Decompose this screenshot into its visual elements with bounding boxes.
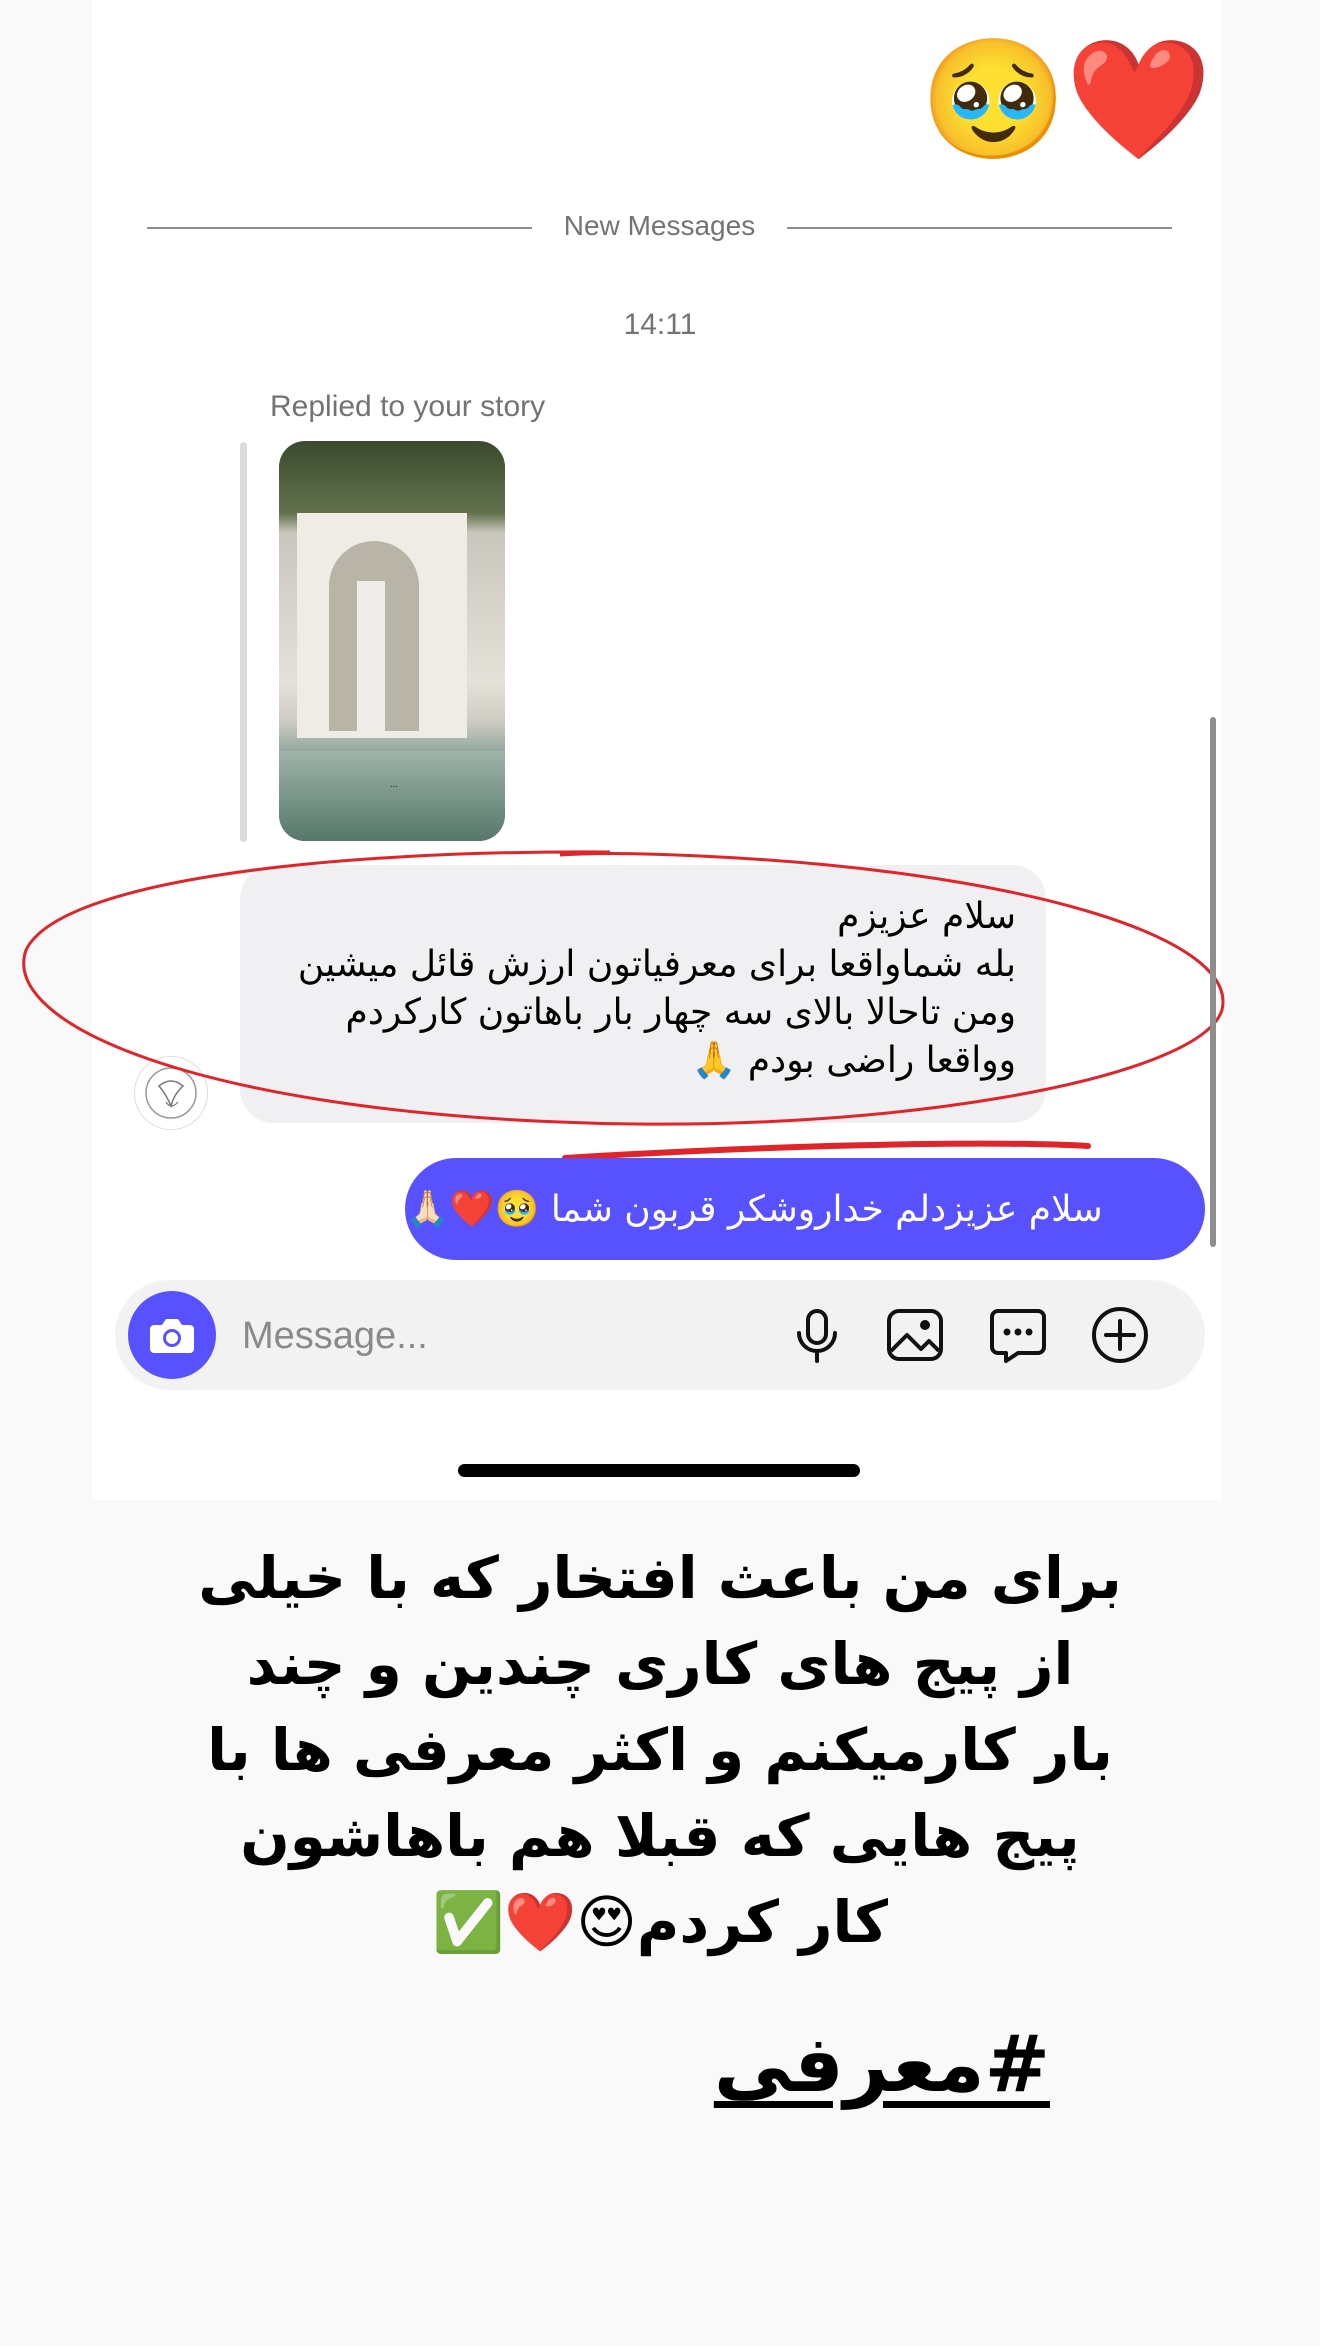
caption-line: بار کارمیکنم و اکثر معرفی ها با bbox=[207, 1716, 1113, 1784]
story-reply-label: Replied to your story bbox=[270, 390, 546, 423]
reply-quote-bar bbox=[240, 442, 247, 842]
home-indicator[interactable] bbox=[458, 1464, 860, 1477]
message-timestamp: 14:11 bbox=[623, 308, 697, 341]
caption-line: کار کردم😍❤️✅ bbox=[431, 1888, 889, 1956]
message-composer bbox=[115, 1280, 1205, 1390]
story-thumbnail[interactable]: ... bbox=[279, 441, 505, 841]
story-caption-overlay: برای من باعث افتخار که با خیلی از پیج ها… bbox=[130, 1535, 1190, 1965]
chat-scrollbar[interactable] bbox=[1210, 717, 1216, 1247]
message-input[interactable] bbox=[240, 1305, 664, 1367]
camera-button[interactable] bbox=[128, 1291, 216, 1379]
red-annotation-ellipse bbox=[22, 850, 1225, 1161]
red-heart-emoji: ❤️ bbox=[1065, 30, 1212, 168]
divider-line-left bbox=[147, 227, 532, 229]
camera-icon bbox=[150, 1319, 194, 1353]
story-curtain-shape bbox=[357, 581, 385, 731]
divider-line-right bbox=[787, 227, 1172, 229]
sticker-icon[interactable] bbox=[988, 1305, 1048, 1365]
caption-line: برای من باعث افتخار که با خیلی bbox=[198, 1544, 1122, 1612]
microphone-icon[interactable] bbox=[787, 1305, 847, 1365]
new-messages-divider-label: New Messages bbox=[563, 210, 756, 241]
gallery-icon[interactable] bbox=[885, 1305, 945, 1365]
plus-icon[interactable] bbox=[1090, 1305, 1150, 1365]
story-pool-shape bbox=[279, 751, 505, 841]
outgoing-message-bubble[interactable]: سلام عزیزدلم خداروشکر قربون شما 🥹❤️🙏🏻 bbox=[405, 1158, 1205, 1260]
hashtag-text: #معرفی bbox=[713, 2020, 1050, 2110]
caption-line: پیج هایی که قبلا هم باهاشون bbox=[240, 1802, 1080, 1870]
pleading-face-emoji: 🥹 bbox=[920, 30, 1067, 168]
caption-line: از پیج های کاری چندین و چند bbox=[246, 1630, 1074, 1698]
story-caption-text: ... bbox=[389, 780, 399, 790]
